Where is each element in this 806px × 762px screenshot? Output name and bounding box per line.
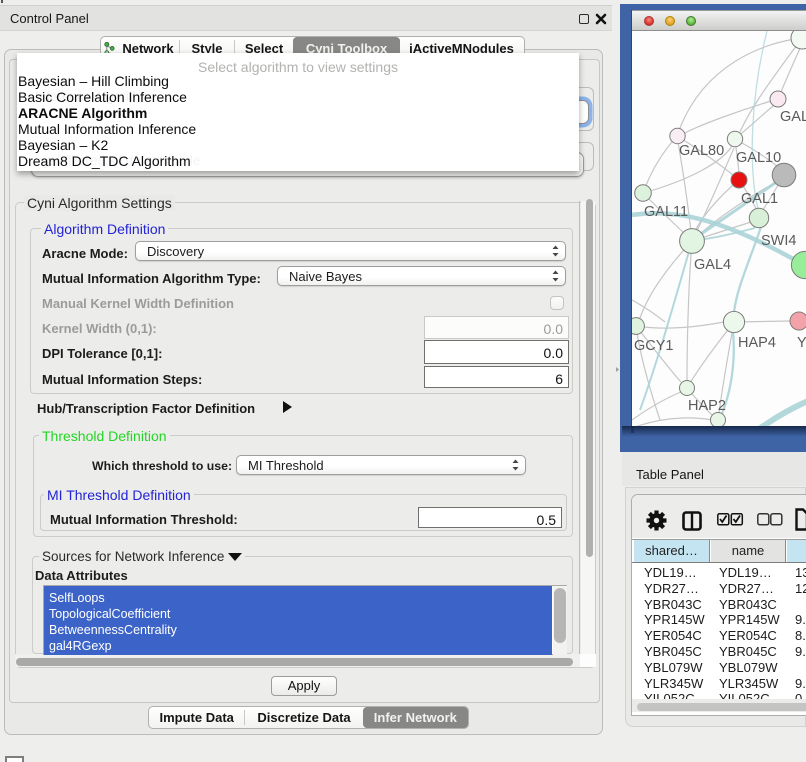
svg-text:GCY1: GCY1 <box>634 338 674 354</box>
svg-text:HAP2: HAP2 <box>688 398 726 414</box>
svg-text:GAL11: GAL11 <box>644 204 688 220</box>
svg-text:GAL80: GAL80 <box>679 143 724 159</box>
svg-text:GAL10: GAL10 <box>736 150 781 166</box>
svg-text:Y: Y <box>797 335 806 351</box>
svg-text:GAL1: GAL1 <box>741 191 778 207</box>
svg-text:HAP4: HAP4 <box>738 335 776 351</box>
svg-text:GAL4: GAL4 <box>694 257 731 273</box>
svg-text:SWI4: SWI4 <box>761 233 796 249</box>
svg-text:GAL: GAL <box>780 109 806 125</box>
